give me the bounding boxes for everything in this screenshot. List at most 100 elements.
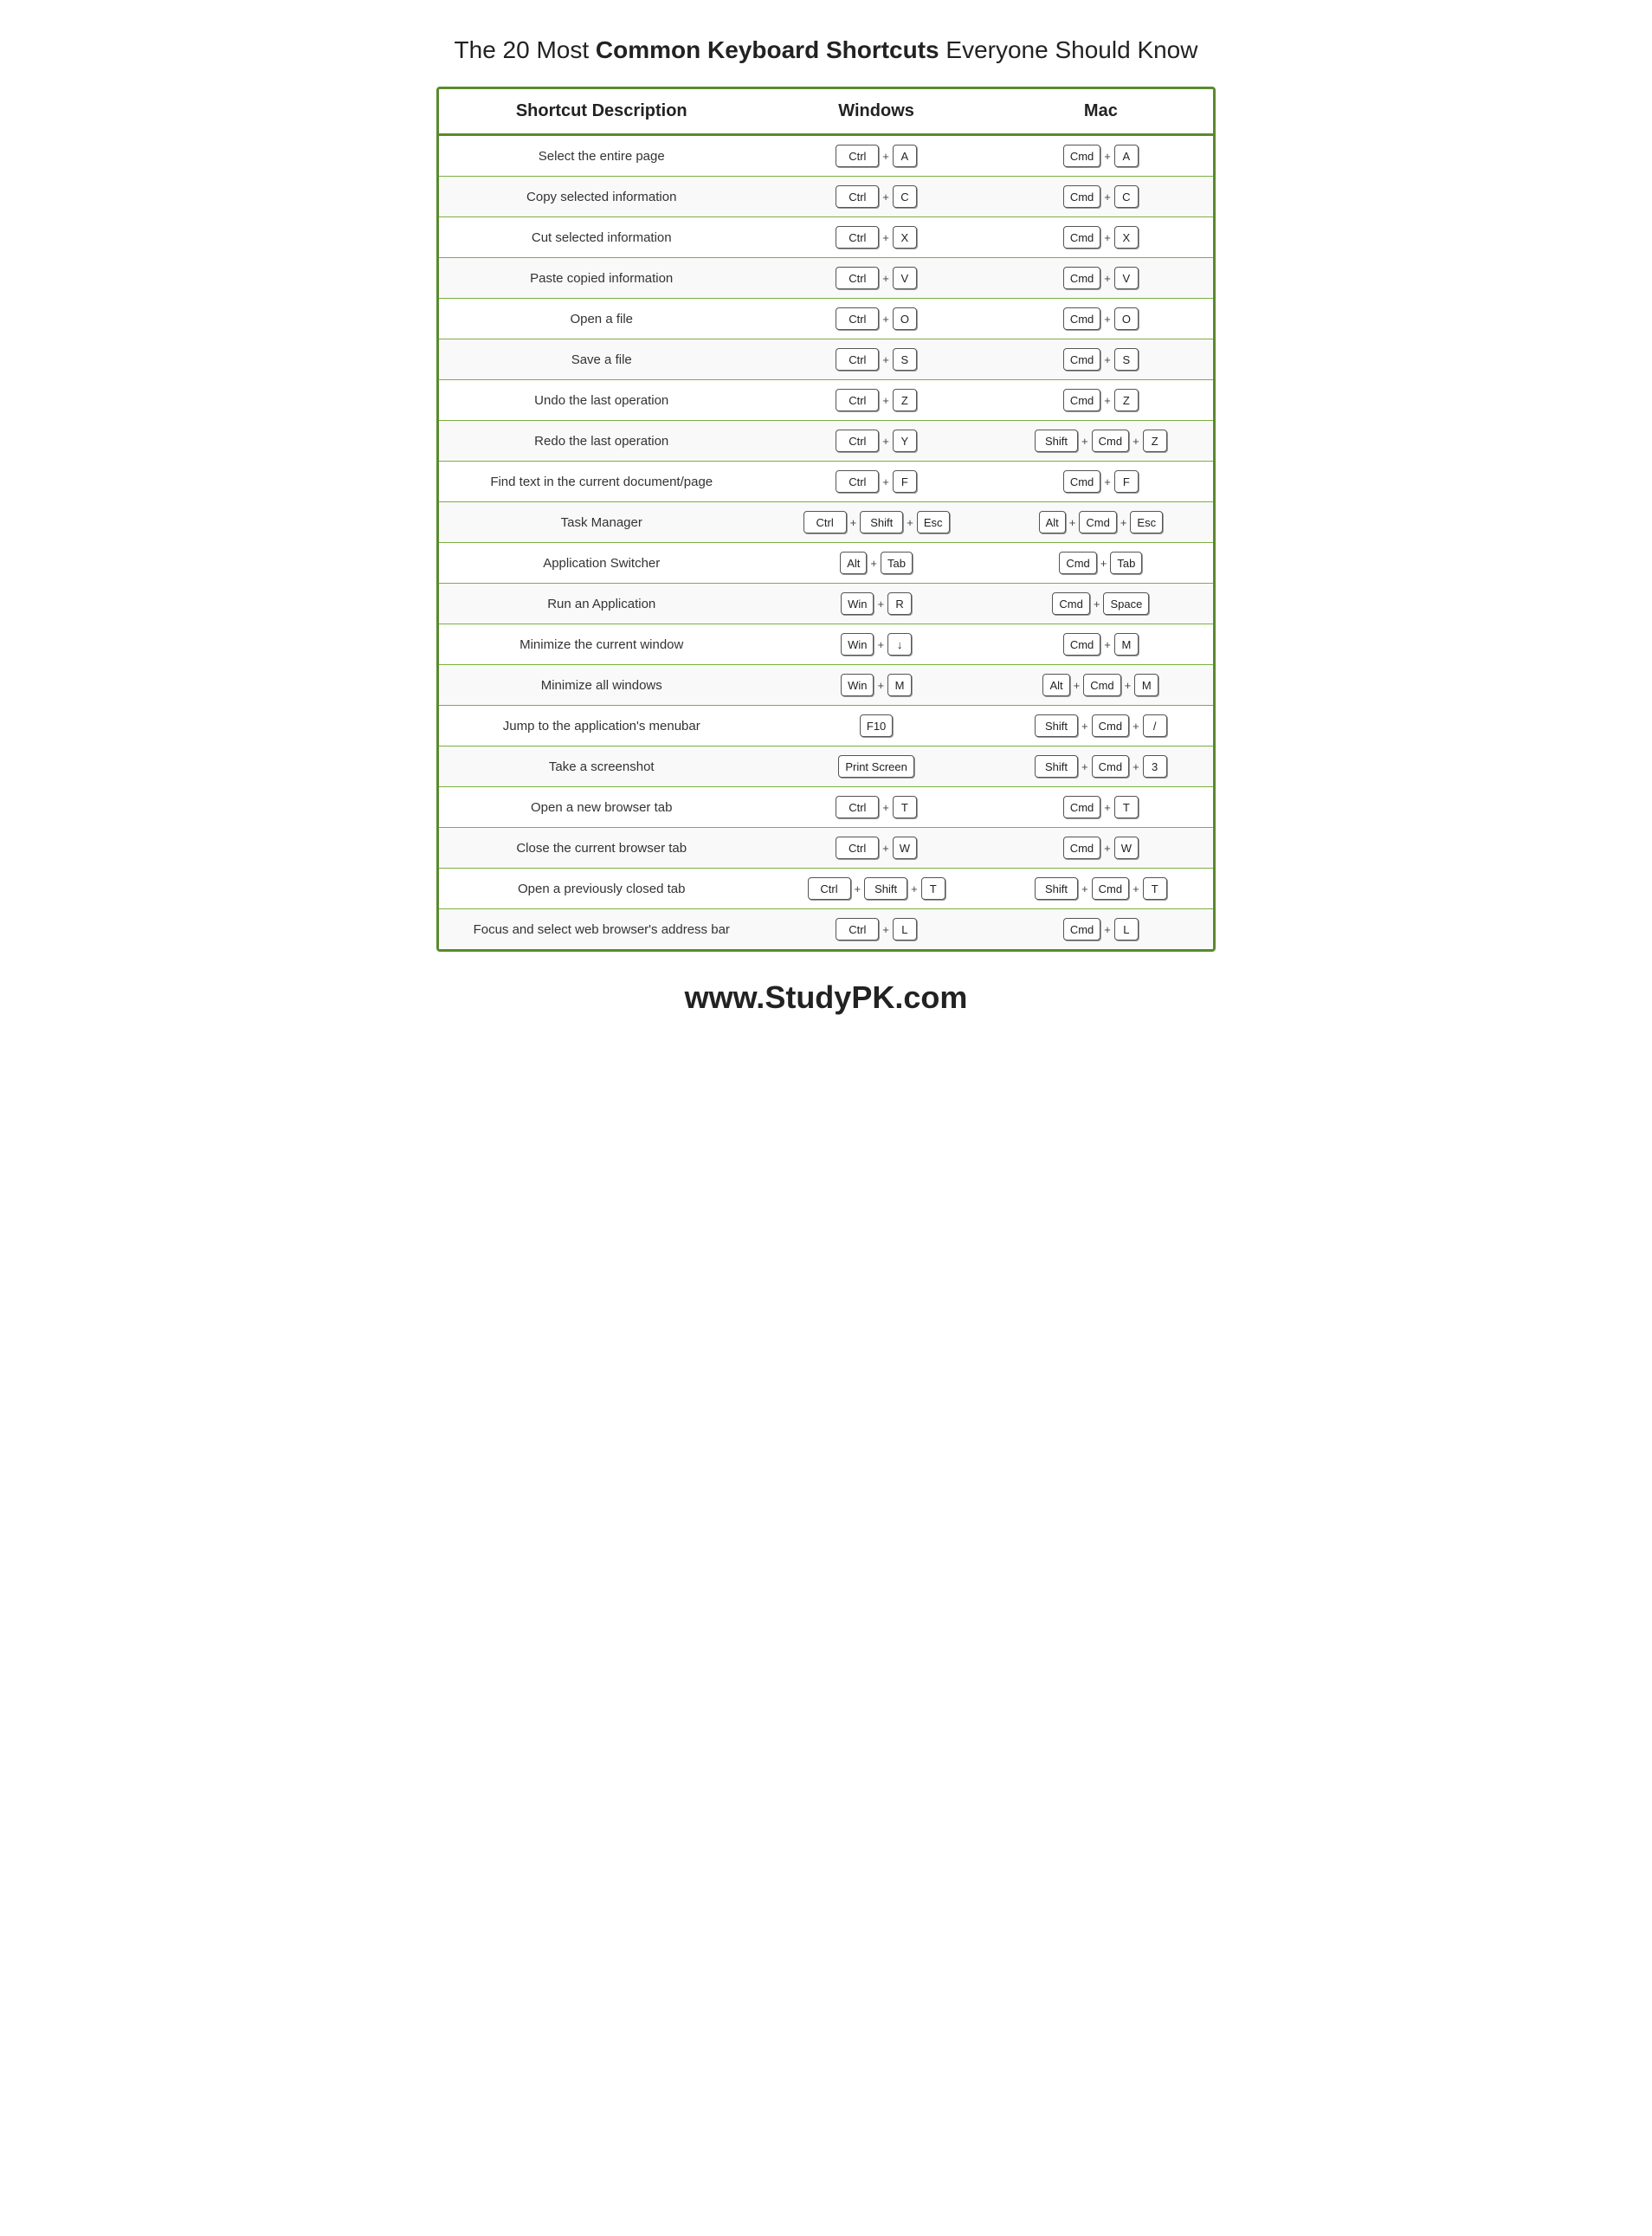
- key-badge: Cmd: [1063, 796, 1100, 818]
- page-container: The 20 Most Common Keyboard Shortcuts Ev…: [436, 35, 1216, 1016]
- shortcut-description: Open a previously closed tab: [439, 869, 764, 909]
- keys-container: Ctrl+F: [836, 470, 917, 493]
- windows-shortcut: Ctrl+T: [764, 787, 988, 828]
- keys-container: Cmd+T: [1063, 796, 1139, 818]
- table-row: Copy selected informationCtrl+CCmd+C: [439, 177, 1213, 217]
- key-badge: W: [1114, 837, 1139, 859]
- plus-sign: +: [1132, 760, 1140, 773]
- key-badge: V: [1114, 267, 1139, 289]
- key-badge: Print Screen: [838, 755, 914, 778]
- table-row: Focus and select web browser's address b…: [439, 909, 1213, 950]
- shortcut-description: Minimize all windows: [439, 665, 764, 706]
- plus-sign: +: [910, 882, 919, 895]
- keys-container: Shift+Cmd+T: [1035, 877, 1167, 900]
- key-badge: Shift: [864, 877, 907, 900]
- key-badge: Ctrl: [836, 267, 879, 289]
- key-badge: Shift: [1035, 430, 1078, 452]
- keys-container: Alt+Cmd+M: [1042, 674, 1158, 696]
- key-badge: Cmd: [1083, 674, 1120, 696]
- plus-sign: +: [1081, 882, 1089, 895]
- key-badge: Ctrl: [836, 185, 879, 208]
- keys-container: F10: [860, 714, 893, 737]
- plus-sign: +: [881, 394, 890, 407]
- windows-shortcut: Ctrl+O: [764, 299, 988, 339]
- key-badge: Tab: [881, 552, 913, 574]
- plus-sign: +: [1132, 720, 1140, 733]
- key-badge: Ctrl: [836, 470, 879, 493]
- header-mac: Mac: [989, 89, 1213, 135]
- keys-container: Cmd+Space: [1052, 592, 1149, 615]
- plus-sign: +: [881, 313, 890, 326]
- header-description: Shortcut Description: [439, 89, 764, 135]
- plus-sign: +: [881, 435, 890, 448]
- mac-shortcut: Cmd+A: [989, 135, 1213, 177]
- key-badge: Ctrl: [808, 877, 851, 900]
- keys-container: Alt+Tab: [840, 552, 913, 574]
- keys-container: Win+M: [841, 674, 912, 696]
- table-row: Undo the last operationCtrl+ZCmd+Z: [439, 380, 1213, 421]
- plus-sign: +: [881, 150, 890, 163]
- key-badge: A: [1114, 145, 1139, 167]
- plus-sign: +: [881, 923, 890, 936]
- key-badge: T: [1143, 877, 1167, 900]
- keys-container: Cmd+O: [1063, 307, 1139, 330]
- key-badge: Ctrl: [836, 796, 879, 818]
- key-badge: T: [893, 796, 917, 818]
- keys-container: Cmd+X: [1063, 226, 1139, 249]
- key-badge: Cmd: [1092, 877, 1129, 900]
- plus-sign: +: [1103, 272, 1112, 285]
- key-badge: Cmd: [1063, 389, 1100, 411]
- header-windows: Windows: [764, 89, 988, 135]
- plus-sign: +: [1120, 516, 1128, 529]
- shortcut-description: Open a file: [439, 299, 764, 339]
- table-row: Cut selected informationCtrl+XCmd+X: [439, 217, 1213, 258]
- table-row: Open a previously closed tabCtrl+Shift+T…: [439, 869, 1213, 909]
- mac-shortcut: Shift+Cmd+3: [989, 746, 1213, 787]
- key-badge: T: [921, 877, 945, 900]
- key-badge: Z: [893, 389, 917, 411]
- mac-shortcut: Cmd+O: [989, 299, 1213, 339]
- table-header-row: Shortcut Description Windows Mac: [439, 89, 1213, 135]
- plus-sign: +: [881, 191, 890, 204]
- plus-sign: +: [876, 598, 885, 611]
- plus-sign: +: [1081, 760, 1089, 773]
- shortcut-description: Undo the last operation: [439, 380, 764, 421]
- plus-sign: +: [1103, 923, 1112, 936]
- windows-shortcut: Ctrl+A: [764, 135, 988, 177]
- plus-sign: +: [906, 516, 914, 529]
- shortcut-description: Take a screenshot: [439, 746, 764, 787]
- plus-sign: +: [881, 353, 890, 366]
- keys-container: Ctrl+T: [836, 796, 917, 818]
- plus-sign: +: [849, 516, 858, 529]
- key-badge: Win: [841, 674, 874, 696]
- windows-shortcut: Ctrl+S: [764, 339, 988, 380]
- plus-sign: +: [876, 638, 885, 651]
- key-badge: Cmd: [1063, 307, 1100, 330]
- plus-sign: +: [1103, 394, 1112, 407]
- keys-container: Win+R: [841, 592, 912, 615]
- key-badge: Ctrl: [836, 307, 879, 330]
- title-suffix: Everyone Should Know: [939, 36, 1198, 63]
- windows-shortcut: Win+↓: [764, 624, 988, 665]
- table-row: Close the current browser tabCtrl+WCmd+W: [439, 828, 1213, 869]
- keys-container: Ctrl+Shift+T: [808, 877, 945, 900]
- key-badge: Ctrl: [836, 145, 879, 167]
- keys-container: Cmd+Z: [1063, 389, 1139, 411]
- plus-sign: +: [881, 231, 890, 244]
- key-badge: Esc: [1130, 511, 1163, 533]
- key-badge: X: [893, 226, 917, 249]
- key-badge: M: [887, 674, 912, 696]
- keys-container: Print Screen: [838, 755, 914, 778]
- windows-shortcut: Ctrl+Shift+Esc: [764, 502, 988, 543]
- key-badge: Cmd: [1079, 511, 1116, 533]
- keys-container: Ctrl+L: [836, 918, 917, 940]
- keys-container: Ctrl+C: [836, 185, 917, 208]
- plus-sign: +: [869, 557, 878, 570]
- shortcut-description: Redo the last operation: [439, 421, 764, 462]
- key-badge: X: [1114, 226, 1139, 249]
- key-badge: Win: [841, 592, 874, 615]
- mac-shortcut: Shift+Cmd+Z: [989, 421, 1213, 462]
- shortcut-description: Application Switcher: [439, 543, 764, 584]
- windows-shortcut: Ctrl+Shift+T: [764, 869, 988, 909]
- mac-shortcut: Alt+Cmd+Esc: [989, 502, 1213, 543]
